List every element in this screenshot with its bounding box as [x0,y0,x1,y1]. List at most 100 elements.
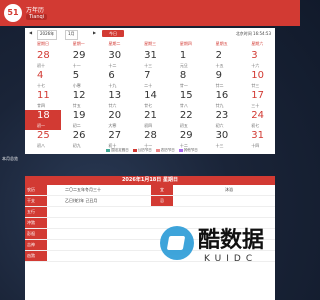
lunar-label: 十二 [108,63,117,68]
today-button[interactable]: 今日 [102,30,124,37]
row-key: 干支 [25,196,47,206]
day-cell[interactable]: 7 二十 [132,70,168,90]
row-value2: 沐浴 [225,187,233,192]
day-cell[interactable]: 18 初一 [25,110,61,130]
day-cell[interactable]: 8 廿一 [168,70,204,90]
day-number: 16 [215,90,229,101]
day-number: 20 [108,110,122,121]
weekday-label: 星期五 [215,41,228,46]
legend-label: 其他节日 [183,148,198,152]
next-arrow-icon[interactable]: ▶ [93,30,96,38]
row-key: 五行 [25,207,47,217]
month-select[interactable]: 1月 [65,30,78,40]
day-cell[interactable]: 29 十一 [61,50,97,70]
day-cell[interactable]: 13 廿六 [96,90,132,110]
day-cell[interactable]: 26 初九 [61,130,97,150]
day-cell[interactable]: 21 初四 [132,110,168,130]
legend-label: 农历节日 [160,148,175,152]
weekday-header: 星期日 星期一 星期二 星期三 星期四 星期五 星期六 [25,41,275,47]
day-number: 23 [215,110,229,121]
day-cell[interactable]: 15 廿八 [168,90,204,110]
legend-swatch [178,148,183,152]
site-title[interactable]: 万年历 [26,5,44,14]
day-number: 2 [215,50,222,61]
top-bar: 51 万年历 Tianqi [0,0,300,26]
lunar-label: 廿六 [108,103,117,108]
day-number: 8 [179,70,187,81]
day-number: 3 [251,50,258,61]
day-cell[interactable]: 29 十二 [168,130,204,150]
lunar-label: 廿七 [144,103,153,108]
day-cell[interactable]: 14 廿七 [132,90,168,110]
legend-swatch [132,148,137,152]
lunar-label: 初二 [72,123,81,128]
prev-arrow-icon[interactable]: ◀ [29,30,32,38]
day-cell[interactable]: 9 廿二 [204,70,240,90]
day-cell[interactable]: 28 十一 [132,130,168,150]
day-cell[interactable]: 1 元旦 [168,50,204,70]
site-logo[interactable]: 51 [4,4,22,22]
day-cell[interactable]: 31 十四 [239,130,275,150]
day-number: 21 [144,110,157,121]
weekday-label: 星期一 [72,41,85,46]
year-select[interactable]: 2026年 [37,30,58,40]
day-cell[interactable]: 2 十五 [204,50,240,70]
row-key: 凶煞 [25,251,47,261]
day-cell[interactable]: 6 十九 [96,70,132,90]
lunar-label: 初六 [215,123,224,128]
day-cell[interactable]: 19 初二 [61,110,97,130]
lunar-label: 初四 [144,123,153,128]
lunar-label: 二十 [144,83,153,88]
day-cell[interactable]: 4 十七 [25,70,61,90]
day-number: 6 [108,70,115,81]
day-cell[interactable]: 11 廿四 [25,90,61,110]
detail-row: 五行 [25,207,275,218]
day-number: 29 [179,130,193,141]
lunar-label: 廿五 [72,103,81,108]
row-key: 吉神 [25,240,47,250]
day-cell[interactable]: 27 初十 [96,130,132,150]
lunar-label: 元旦 [179,63,188,68]
lunar-label: 十七 [37,83,45,88]
watermark: 酷数据 KUIDC [160,220,300,280]
day-number: 25 [37,130,50,141]
legend: 国法定假日 公历节日 农历节日 其他节日 [25,148,275,153]
day-cell[interactable]: 10 廿三 [239,70,275,90]
day-number: 22 [179,110,193,121]
lunar-label: 大寒 [108,123,117,128]
detail-row: 农历 二〇二五年冬月三十 宜 沐浴 [25,185,275,196]
lunar-label: 十一 [72,63,81,68]
day-number: 10 [251,70,265,81]
day-cell[interactable]: 20 大寒 [96,110,132,130]
day-cell[interactable]: 30 十二 [96,50,132,70]
day-cell[interactable]: 25 初八 [25,130,61,150]
day-number: 30 [108,50,122,61]
detail-row: 干支 乙巳(蛇)年 己丑月 忌 [25,196,275,207]
day-cell[interactable]: 12 廿五 [61,90,97,110]
day-cell[interactable]: 16 廿九 [204,90,240,110]
day-cell[interactable]: 24 初七 [239,110,275,130]
day-cell[interactable]: 30 十三 [204,130,240,150]
section-label: 本月总览 [2,156,18,161]
day-cell[interactable]: 28 初十 [25,50,61,70]
day-cell[interactable]: 23 初六 [204,110,240,130]
day-cell[interactable]: 5 小寒 [61,70,97,90]
day-number: 28 [144,130,157,141]
day-cell[interactable]: 31 十三 [132,50,168,70]
lunar-label: 十九 [108,83,117,88]
lunar-label: 十三 [144,63,153,68]
calendar: ◀ 2026年 1月 ▶ 今日 北京时间 16:54:53 星期日 星期一 星期二星… [25,28,275,154]
day-number: 30 [215,130,229,141]
day-cell[interactable]: 17 三十 [239,90,275,110]
site-subtitle: Tianqi [26,14,48,20]
row-key: 农历 [25,185,47,195]
weekday-label: 星期四 [179,41,192,46]
day-detail-title: 2026年1月18日 星期日 [25,176,275,185]
row-key: 冲煞 [25,218,47,228]
lunar-label: 廿八 [179,103,188,108]
weekday-label: 星期三 [144,41,157,46]
day-grid: 28 初十 29 十一 30 十二 31 十三 1 元旦 2 十五 3 十六 4 十七 5 小寒 6 十九 7 二十 8 廿一… [25,50,275,150]
watermark-sub: KUIDC [204,254,258,264]
day-cell[interactable]: 3 十六 [239,50,275,70]
day-cell[interactable]: 22 初五 [168,110,204,130]
